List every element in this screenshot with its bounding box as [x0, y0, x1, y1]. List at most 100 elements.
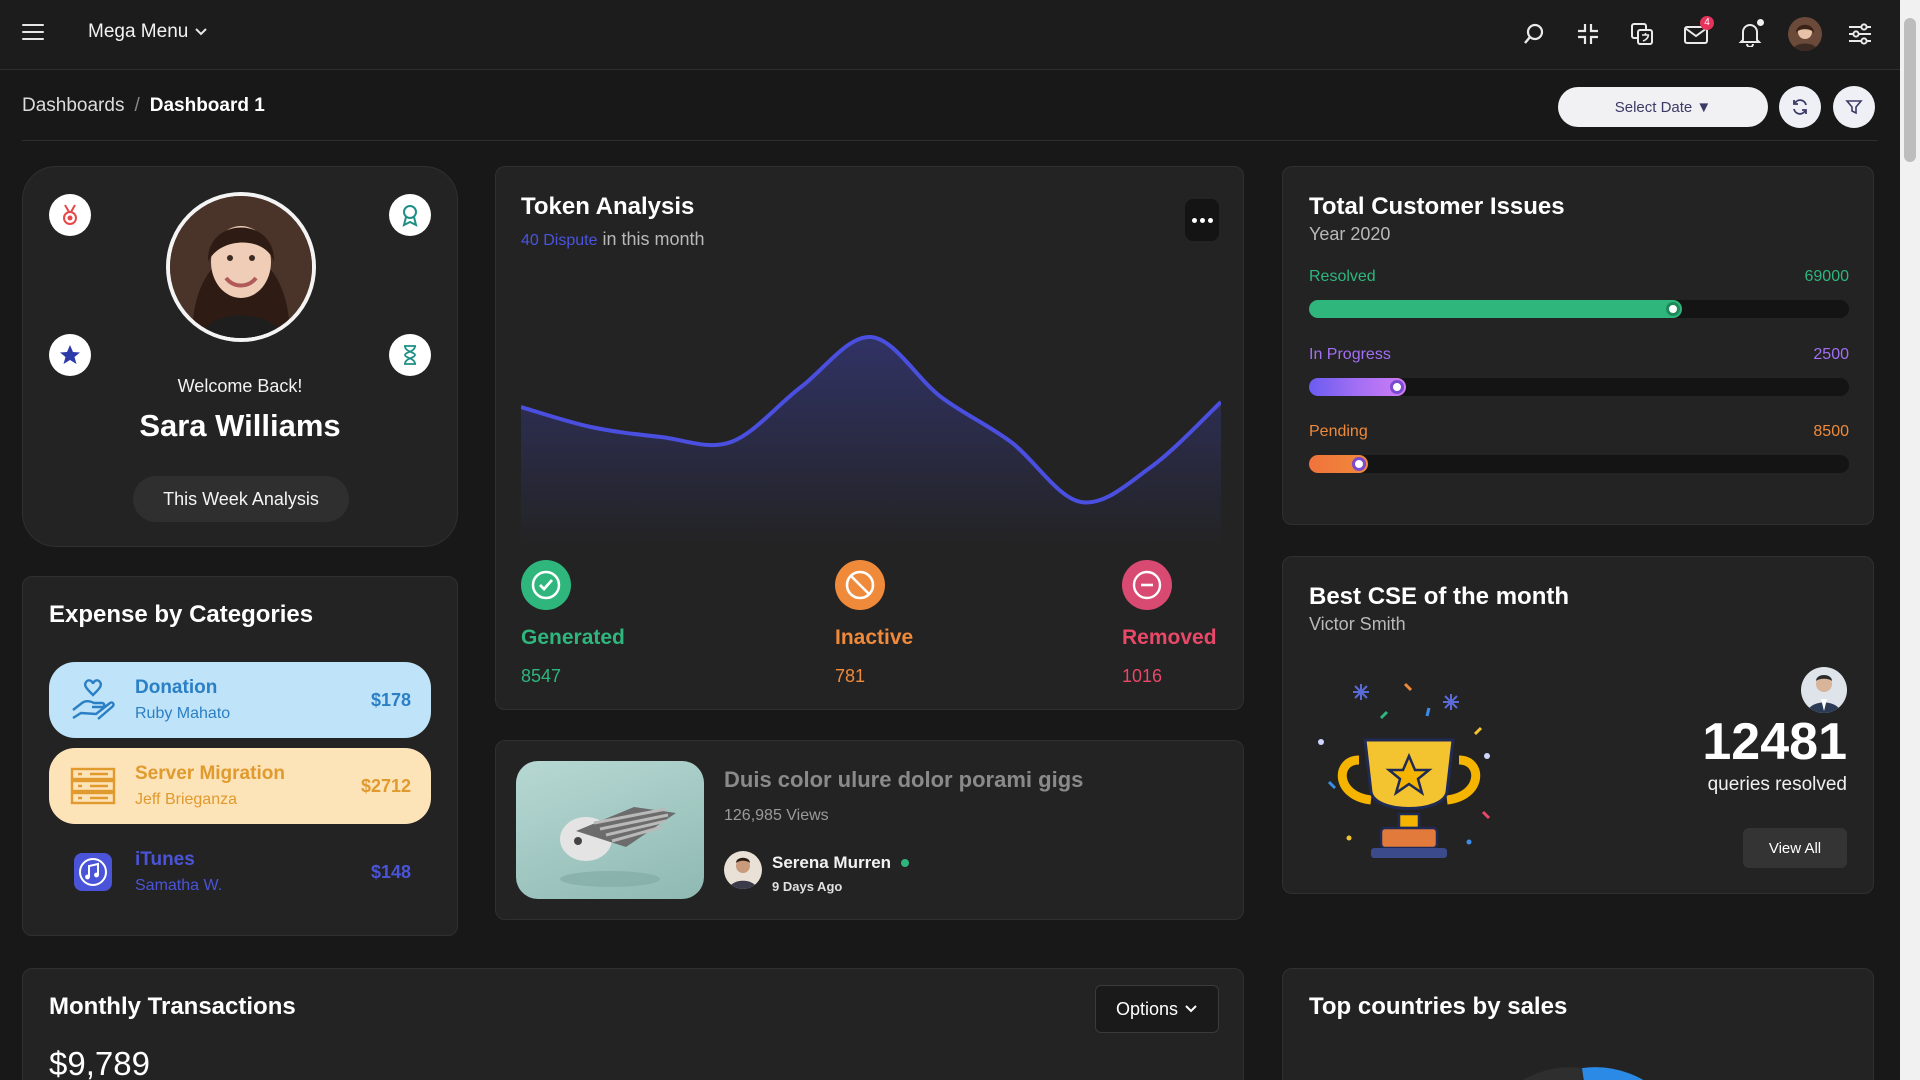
best-cse-card: Best CSE of the month Victor Smith 12481…: [1282, 556, 1874, 894]
expense-item-itunes[interactable]: iTunes Samatha W. $148: [49, 834, 431, 910]
customer-issues-card: Total Customer Issues Year 2020 Resolved…: [1282, 166, 1874, 525]
chevron-down-icon: [195, 28, 208, 36]
progress-fill: [1309, 300, 1682, 318]
breadcrumb-separator: /: [134, 95, 140, 116]
fullscreen-exit-icon[interactable]: [1572, 14, 1604, 54]
profile-card: Welcome Back! Sara Williams This Week An…: [22, 166, 458, 547]
breadcrumb-current: Dashboard 1: [149, 95, 265, 116]
cse-name: Victor Smith: [1309, 614, 1406, 634]
issue-value: 69000: [1804, 268, 1850, 285]
more-options-button[interactable]: [1185, 199, 1219, 241]
chevron-down-icon: [1185, 1005, 1197, 1013]
mega-menu-dropdown[interactable]: Mega Menu: [88, 21, 208, 43]
stat-label: Removed: [1122, 626, 1217, 649]
server-icon: [69, 762, 117, 810]
refresh-button[interactable]: [1779, 86, 1821, 128]
issue-row-resolved: Resolved 69000: [1309, 268, 1849, 318]
issue-value: 8500: [1813, 423, 1849, 440]
issues-title: Total Customer Issues: [1309, 193, 1565, 220]
options-label: Options: [1115, 998, 1179, 1019]
page-scrollbar[interactable]: [1900, 0, 1920, 1080]
scrollbar-thumb[interactable]: [1904, 18, 1916, 162]
expense-item-title: Donation: [135, 677, 218, 698]
video-age: 9 Days Ago: [772, 879, 843, 894]
dispute-suffix: in this month: [602, 229, 705, 249]
bell-icon[interactable]: [1734, 14, 1766, 54]
select-date-button[interactable]: Select Date ▼: [1558, 87, 1768, 127]
star-icon[interactable]: [49, 334, 91, 376]
stat-inactive: Inactive 781: [835, 560, 913, 687]
hourglass-icon[interactable]: [389, 334, 431, 376]
issue-label: In Progress: [1309, 346, 1391, 363]
trophy-icon: [1318, 682, 1491, 858]
minus-circle-icon: [1122, 560, 1172, 610]
breadcrumb: Dashboards / Dashboard 1: [22, 95, 265, 117]
progress-track: [1309, 300, 1849, 318]
mail-badge: 4: [1700, 16, 1714, 30]
token-chart-area: [521, 336, 1221, 547]
mail-icon[interactable]: 4: [1680, 14, 1714, 54]
search-icon[interactable]: [1518, 14, 1550, 54]
stat-value: 1016: [1122, 666, 1163, 686]
filter-button[interactable]: [1833, 86, 1875, 128]
header-divider: [22, 140, 1878, 141]
monthly-title: Monthly Transactions: [49, 993, 296, 1020]
stat-value: 8547: [521, 666, 562, 686]
breadcrumb-root[interactable]: Dashboards: [22, 95, 124, 117]
profile-avatar: [166, 192, 316, 342]
author-row: Serena Murren: [772, 853, 910, 873]
music-note-icon: [69, 848, 117, 896]
notification-dot: [1755, 17, 1766, 28]
settings-sliders-icon[interactable]: [1844, 14, 1876, 54]
expense-title: Expense by Categories: [49, 601, 314, 628]
token-title: Token Analysis: [521, 193, 695, 220]
issue-value: 2500: [1813, 346, 1849, 363]
video-card[interactable]: Duis color ulure dolor porami gigs 126,9…: [495, 740, 1244, 920]
medal-icon[interactable]: [49, 194, 91, 236]
award-icon[interactable]: [389, 194, 431, 236]
countries-donut-chart: [1522, 1067, 1644, 1080]
expense-item-person: Ruby Mahato: [135, 705, 231, 722]
issue-label: Pending: [1309, 423, 1368, 440]
monthly-amount: $9,789: [49, 1045, 150, 1080]
countries-title: Top countries by sales: [1309, 993, 1568, 1020]
view-all-button[interactable]: View All: [1743, 828, 1847, 868]
progress-knob[interactable]: [1665, 302, 1680, 316]
stat-value: 781: [835, 666, 866, 686]
stat-generated: Generated 8547: [521, 560, 625, 687]
top-icons: 4: [1518, 14, 1876, 54]
video-thumbnail[interactable]: [516, 761, 704, 899]
progress-track: [1309, 455, 1849, 473]
monthly-transactions-card: Monthly Transactions $9,789 Options: [22, 968, 1244, 1080]
stat-removed: Removed 1016: [1122, 560, 1217, 687]
top-countries-card: Top countries by sales: [1282, 968, 1874, 1080]
cse-query-count: 12481: [1702, 713, 1847, 771]
expense-item-person: Jeff Brieganza: [135, 791, 237, 808]
stat-label: Generated: [521, 626, 625, 649]
user-avatar[interactable]: [1788, 17, 1822, 51]
hamburger-menu-icon[interactable]: [22, 24, 44, 42]
translate-icon[interactable]: [1626, 14, 1658, 54]
cse-title: Best CSE of the month: [1309, 583, 1570, 610]
expense-item-amount: $2712: [360, 775, 411, 796]
token-subtitle: 40 Dispute in this month: [521, 229, 705, 250]
progress-track: [1309, 378, 1849, 396]
author-name[interactable]: Serena Murren: [772, 853, 891, 873]
mega-menu-label: Mega Menu: [88, 21, 189, 42]
expense-item-amount: $148: [370, 861, 411, 882]
filter-icon: [1845, 100, 1863, 115]
donation-hand-heart-icon: [69, 676, 117, 724]
top-bar: Mega Menu 4: [0, 0, 1900, 70]
issues-subtitle: Year 2020: [1309, 224, 1391, 244]
video-views: 126,985 Views: [724, 807, 829, 824]
expense-item-person: Samatha W.: [135, 877, 223, 894]
week-analysis-button[interactable]: This Week Analysis: [133, 476, 349, 522]
options-dropdown[interactable]: Options: [1095, 985, 1219, 1033]
author-avatar: [724, 851, 762, 889]
issue-row-in-progress: In Progress 2500: [1309, 346, 1849, 396]
cse-avatar: [1801, 667, 1847, 713]
select-date-label: Select Date ▼: [1614, 98, 1712, 116]
video-title[interactable]: Duis color ulure dolor porami gigs: [724, 767, 1083, 793]
expense-item-server-migration[interactable]: Server Migration Jeff Brieganza $2712: [49, 748, 431, 824]
expense-item-donation[interactable]: Donation Ruby Mahato $178: [49, 662, 431, 738]
